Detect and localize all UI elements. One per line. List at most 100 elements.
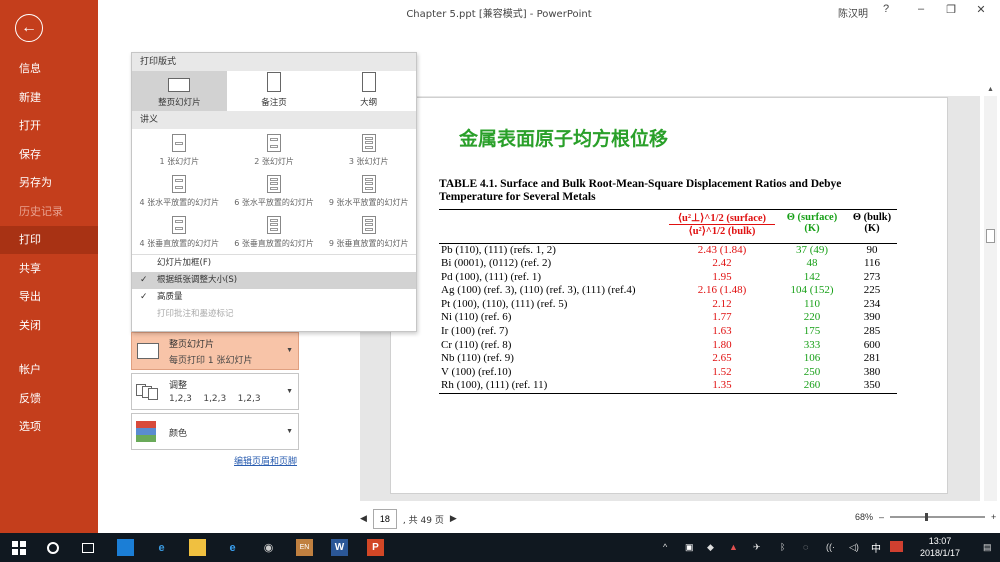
- zoom-slider[interactable]: [890, 513, 986, 521]
- handout-3-slides[interactable]: 3 张幻灯片: [321, 129, 416, 170]
- tray-app-icon[interactable]: [890, 541, 903, 552]
- handout-6-horizontal[interactable]: 6 张水平放置的幻灯片: [227, 170, 322, 211]
- volume-icon[interactable]: ◁): [849, 542, 859, 553]
- handout-1-slide[interactable]: 1 张幻灯片: [132, 129, 227, 170]
- handout-label: 4 张水平放置的幻灯片: [139, 198, 220, 207]
- restore-icon[interactable]: ❐: [943, 3, 959, 16]
- zoom-thumb[interactable]: [925, 513, 929, 521]
- table-row: Pb (110), (111) (refs. 1, 2) 2.43 (1.84) 3…: [439, 243, 897, 257]
- table-cell: 110: [803, 297, 821, 310]
- color-dropdown[interactable]: 颜色 ▼: [131, 413, 299, 450]
- nav-item-new[interactable]: 新建: [0, 84, 98, 112]
- high-quality-option[interactable]: ✓ 高质量: [132, 289, 416, 306]
- collate-dropdown[interactable]: 调整 1,2,3 1,2,3 1,2,3 ▼: [131, 373, 299, 410]
- ie-browser-icon[interactable]: e: [224, 539, 241, 556]
- dictionary-icon[interactable]: EN: [296, 539, 313, 556]
- user-name[interactable]: 陈汉明: [838, 5, 868, 20]
- handout-6-vertical[interactable]: 6 张垂直放置的幻灯片: [227, 211, 322, 252]
- cortana-icon[interactable]: [44, 539, 61, 556]
- notification-icon[interactable]: ▤: [983, 542, 992, 553]
- clock-date: 2018/1/17: [920, 548, 961, 558]
- title-bar: Chapter 5.ppt [兼容模式] - PowerPoint 陈汉明 ? …: [98, 0, 1000, 24]
- page-number-input[interactable]: [372, 509, 397, 529]
- app-icon[interactable]: ◉: [260, 539, 277, 556]
- handout-label: 6 张垂直放置的幻灯片: [234, 239, 314, 248]
- tray-up-icon[interactable]: ^: [663, 542, 667, 552]
- clock-time: 13:07: [928, 536, 952, 546]
- table-caption: TABLE 4.1. Surface and Bulk Root-Mean-Sq…: [439, 178, 909, 204]
- tray-app-icon[interactable]: ✈: [753, 542, 761, 553]
- scroll-up-icon[interactable]: ▲: [987, 86, 994, 93]
- nav-item-share[interactable]: 共享: [0, 255, 98, 283]
- bluetooth-icon[interactable]: ᛒ: [780, 542, 785, 552]
- table-cell: 104 (152): [790, 284, 834, 297]
- edge-browser-icon[interactable]: e: [153, 539, 170, 556]
- handout-icon: [172, 216, 187, 234]
- nav-item-export[interactable]: 导出: [0, 283, 98, 311]
- full-slide-icon: [168, 78, 191, 92]
- pinned-app-icon[interactable]: [117, 539, 134, 556]
- tray-app-icon[interactable]: ◆: [707, 542, 714, 553]
- table-cell: 390: [863, 311, 881, 324]
- wifi-icon[interactable]: ((·: [826, 542, 835, 552]
- nav-item-info[interactable]: 信息: [0, 55, 98, 83]
- prev-page-icon[interactable]: ◀: [360, 514, 367, 524]
- task-view-icon[interactable]: [79, 539, 96, 556]
- table-cell: Ni (110) (ref. 6): [441, 311, 512, 324]
- nav-item-account[interactable]: 帐户: [0, 356, 98, 384]
- nav-item-open[interactable]: 打开: [0, 112, 98, 140]
- ime-indicator[interactable]: 中: [871, 540, 881, 555]
- zoom-in-icon[interactable]: +: [991, 512, 996, 522]
- handout-9-horizontal[interactable]: 9 张水平放置的幻灯片: [321, 170, 416, 211]
- layout-notes-page[interactable]: 备注页: [227, 71, 322, 111]
- nav-item-close[interactable]: 关闭: [0, 312, 98, 340]
- collate-title: 调整: [169, 381, 188, 391]
- help-icon[interactable]: ?: [878, 3, 894, 15]
- table-cell: Rh (100), (111) (ref. 11): [439, 379, 667, 395]
- nav-item-options[interactable]: 选项: [0, 413, 98, 441]
- windows-start-icon[interactable]: [10, 539, 27, 556]
- header-bulk: Θ (bulk) (K): [847, 210, 897, 238]
- handout-9-vertical[interactable]: 9 张垂直放置的幻灯片: [321, 211, 416, 252]
- zoom-level[interactable]: 68%: [855, 512, 873, 522]
- handout-4-vertical[interactable]: 4 张垂直放置的幻灯片: [132, 211, 227, 252]
- close-icon[interactable]: ✕: [973, 3, 989, 16]
- scrollbar-thumb[interactable]: [986, 229, 995, 243]
- zoom-out-icon[interactable]: –: [879, 512, 884, 522]
- nav-item-feedback[interactable]: 反馈: [0, 385, 98, 413]
- edit-header-footer-link[interactable]: 编辑页眉和页脚: [234, 454, 297, 467]
- tray-app-icon[interactable]: ◌: [803, 542, 808, 552]
- handout-2-slides[interactable]: 2 张幻灯片: [227, 129, 322, 170]
- layout-full-page-slides[interactable]: 整页幻灯片: [132, 71, 227, 111]
- frame-slides-option[interactable]: 幻灯片加框(F): [132, 255, 416, 272]
- nav-item-print[interactable]: 打印: [0, 226, 98, 254]
- nav-item-save-as[interactable]: 另存为: [0, 169, 98, 197]
- color-icon: [136, 421, 156, 443]
- next-page-icon[interactable]: ▶: [450, 514, 457, 524]
- handout-icon: [267, 134, 281, 152]
- table-cell: Ir (100) (ref. 7): [441, 325, 509, 338]
- header-empty: [439, 210, 667, 238]
- file-explorer-icon[interactable]: [189, 539, 206, 556]
- handouts-header: 讲义: [132, 111, 416, 129]
- header-surface: Θ (surface) (K): [777, 210, 847, 238]
- scale-to-fit-option[interactable]: ✓ 根据纸张调整大小(S): [132, 272, 416, 289]
- chevron-down-icon: ▼: [286, 347, 293, 354]
- table-cell: 116: [863, 257, 881, 270]
- handout-4-horizontal[interactable]: 4 张水平放置的幻灯片: [132, 170, 227, 211]
- minimize-icon[interactable]: –: [913, 3, 929, 15]
- table-cell: 1.80: [712, 338, 732, 351]
- print-layout-dropdown[interactable]: 整页幻灯片 每页打印 1 张幻灯片 ▼: [131, 332, 299, 370]
- powerpoint-icon[interactable]: P: [367, 539, 384, 556]
- vertical-scrollbar[interactable]: ▲: [984, 86, 997, 501]
- nav-item-save[interactable]: 保存: [0, 141, 98, 169]
- word-icon[interactable]: W: [331, 539, 348, 556]
- table-cell: 90: [866, 243, 878, 256]
- tray-app-icon[interactable]: ▣: [685, 542, 694, 553]
- print-layout-header: 打印版式: [132, 53, 416, 71]
- layout-outline[interactable]: 大纲: [321, 71, 416, 111]
- tray-app-icon[interactable]: ▲: [729, 542, 738, 552]
- back-arrow-icon[interactable]: ←: [15, 14, 43, 42]
- handout-label: 9 张垂直放置的幻灯片: [328, 239, 409, 248]
- taskbar-clock[interactable]: 13:07 2018/1/17: [920, 535, 960, 559]
